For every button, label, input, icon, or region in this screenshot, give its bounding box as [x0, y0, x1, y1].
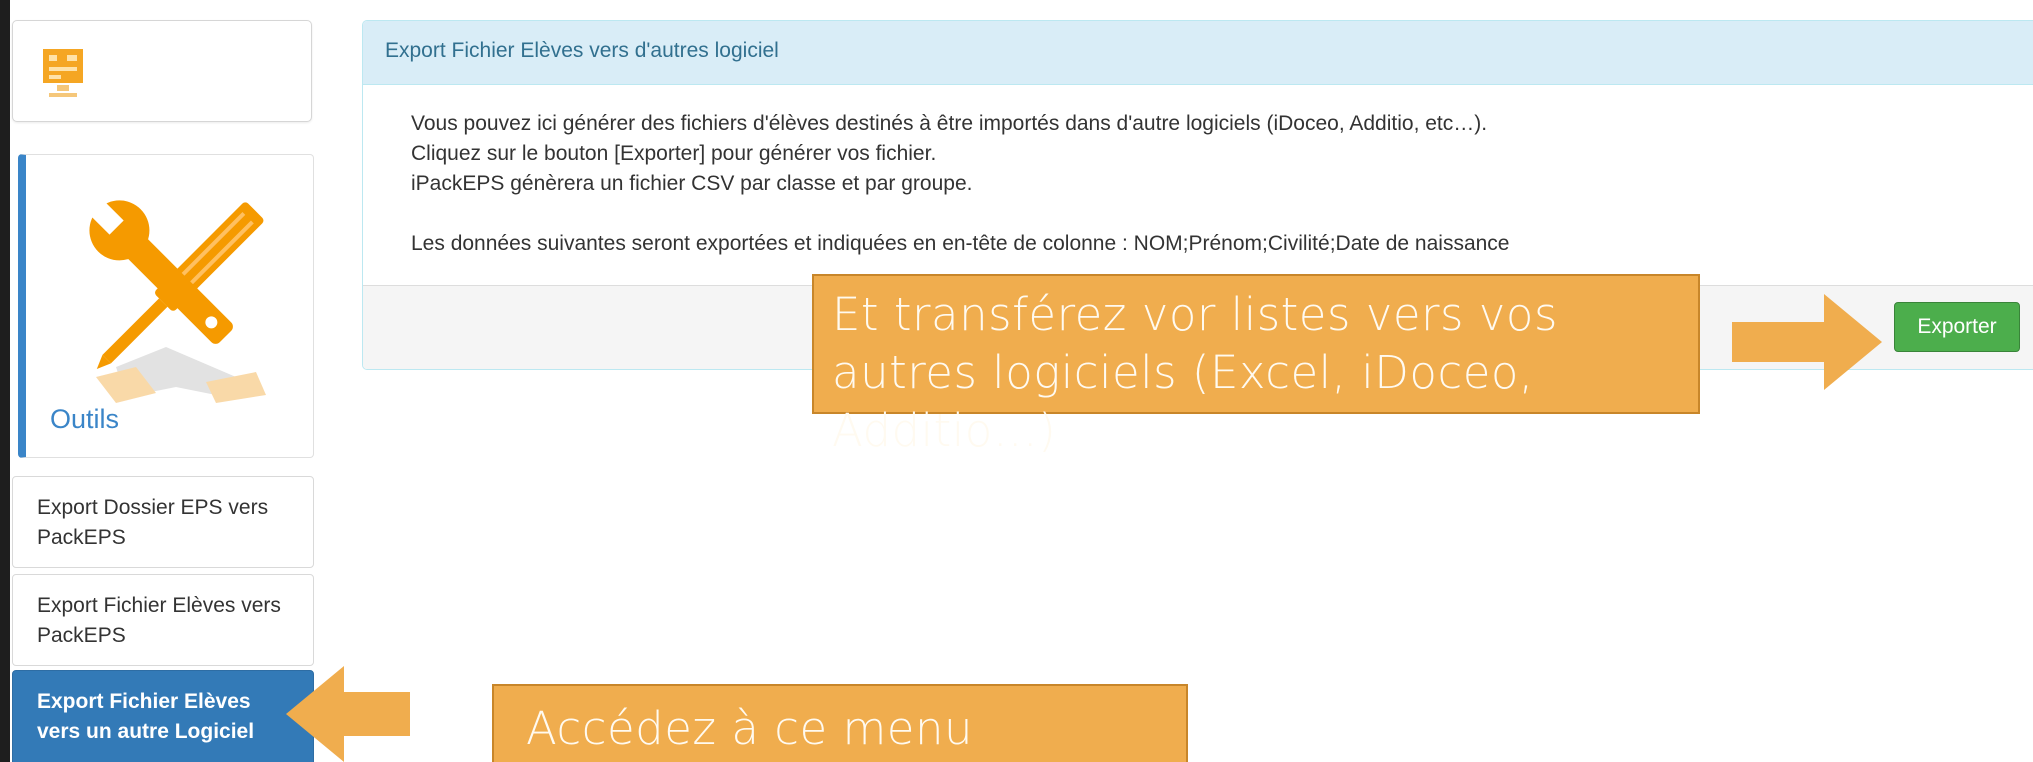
panel-body: Vous pouvez ici générer des fichiers d'é… — [363, 85, 2033, 285]
callout-transfer: Et transférez vor listes vers vos autres… — [812, 274, 1700, 457]
sidebar-item-export-fichier-eleves-autre-logiciel[interactable]: Export Fichier Elèves vers un autre Logi… — [12, 670, 314, 762]
export-button[interactable]: Exporter — [1894, 302, 2020, 352]
tools-title: Outils — [50, 404, 120, 434]
wrench-screwdriver-icon — [88, 199, 266, 403]
tools-card[interactable]: Outils — [18, 154, 314, 458]
sidebar-item-export-fichier-eleves-packeps[interactable]: Export Fichier Elèves vers PackEPS — [12, 574, 314, 666]
panel-text-line: Vous pouvez ici générer des fichiers d'é… — [411, 112, 1488, 135]
sidebar-item-label: Export Fichier Elèves vers PackEPS — [37, 594, 281, 647]
sidebar-item-label: Export Dossier EPS vers PackEPS — [37, 496, 269, 549]
panel-text-line: Les données suivantes seront exportées e… — [411, 232, 1510, 255]
panel-text-line: Cliquez sur le bouton [Exporter] pour gé… — [411, 142, 937, 165]
panel-text-line: iPackEPS génèrera un fichier CSV par cla… — [411, 172, 973, 195]
panel-title: Export Fichier Elèves vers d'autres logi… — [363, 21, 2033, 85]
arrow-right-icon — [1732, 294, 1882, 390]
packeps-logo-icon — [43, 49, 83, 97]
arrow-left-icon — [286, 666, 410, 762]
callout-menu: Accédez à ce menu — [492, 684, 1188, 762]
sidebar-item-export-dossier-eps[interactable]: Export Dossier EPS vers PackEPS — [12, 476, 314, 568]
app-logo-box[interactable] — [12, 20, 312, 122]
sidebar-item-label: Export Fichier Elèves vers un autre Logi… — [37, 690, 255, 743]
app-screen: Outils Export Dossier EPS vers PackEPS E… — [10, 0, 2033, 762]
